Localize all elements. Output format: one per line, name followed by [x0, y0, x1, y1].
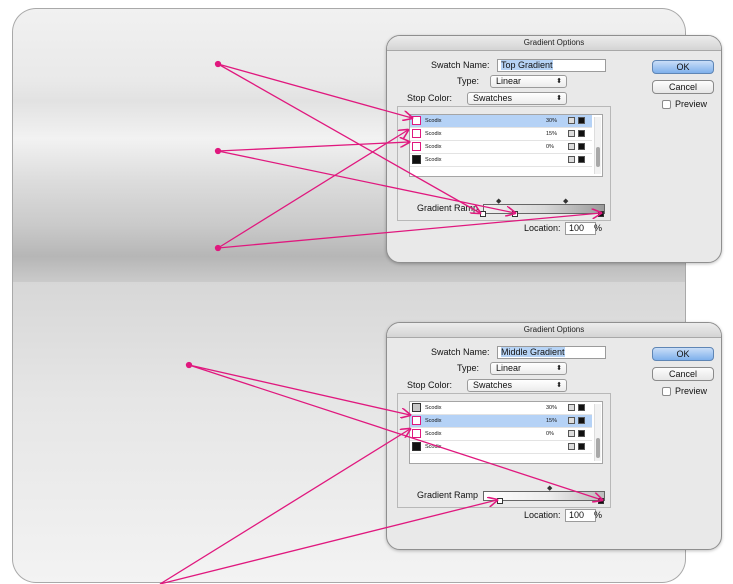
annotation-arrow	[217, 130, 408, 249]
annotation-arrow	[217, 63, 412, 118]
annotation-arrow	[188, 364, 602, 500]
annotation-arrow	[159, 500, 497, 584]
annotation-arrow	[217, 63, 480, 213]
annotation-arrow	[159, 429, 410, 584]
annotation-arrow	[217, 213, 601, 249]
annotation-arrows	[159, 60, 733, 584]
annotation-arrow	[188, 364, 410, 415]
annotation-arrow	[217, 150, 515, 213]
canvas: Gradient Options Swatch Name: Top Gradie…	[0, 0, 733, 584]
